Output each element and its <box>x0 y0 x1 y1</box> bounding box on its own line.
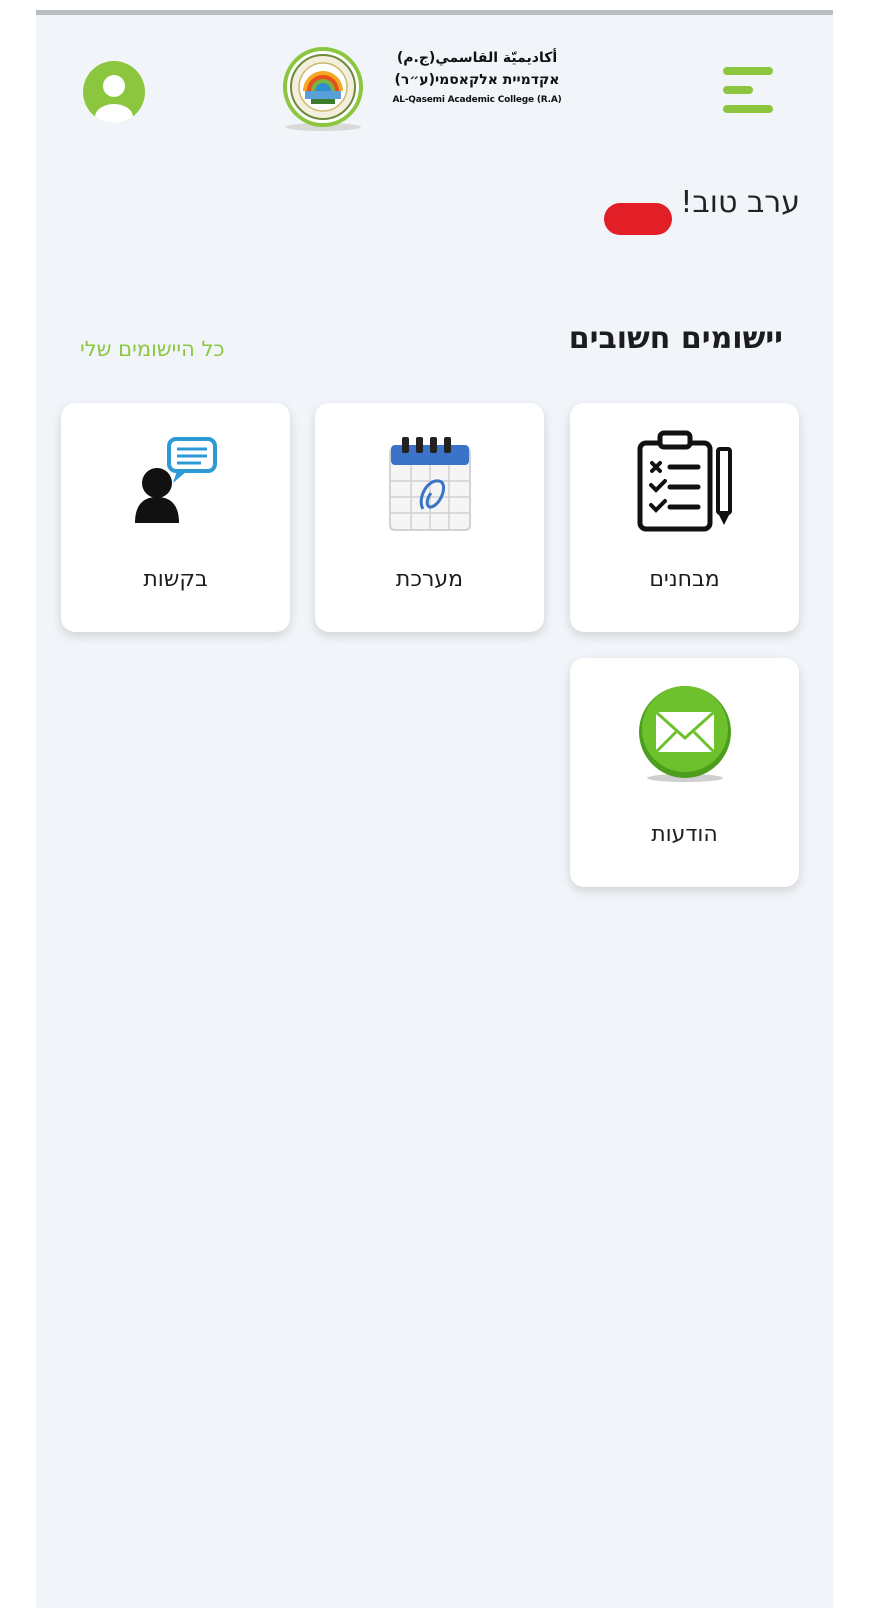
college-logo: أكاديميّة القاسمي(ج.م) אקדמיית אלקאסמי(ע… <box>278 45 578 135</box>
app-screen: أكاديميّة القاسمي(ج.م) אקדמיית אלקאסמי(ע… <box>36 10 833 1608</box>
app-tile-label: מערכת <box>395 567 464 592</box>
app-tile-label: מבחנים <box>649 567 720 592</box>
menu-button[interactable] <box>718 60 778 120</box>
app-tile-requests[interactable]: בקשות <box>61 403 290 632</box>
calendar-icon <box>388 437 471 531</box>
exam-clipboard-icon <box>637 430 732 532</box>
hamburger-menu-icon <box>723 67 773 113</box>
logo-english-name: AL-Qasemi Academic College (R.A) <box>392 95 562 105</box>
logo-hebrew-name: אקדמיית אלקאסמי(ע״ר) <box>394 72 560 88</box>
envelope-icon <box>638 686 731 782</box>
user-circle-icon <box>83 61 145 123</box>
greeting-text: ערב טוב! <box>680 185 800 220</box>
logo-arabic-name: أكاديميّة القاسمي(ج.م) <box>396 50 558 66</box>
app-tile-messages[interactable]: הודעות <box>570 658 799 887</box>
requests-chat-icon <box>134 437 217 523</box>
app-tile-label: בקשות <box>143 567 208 592</box>
app-tile-label: הודעות <box>651 822 718 847</box>
app-tile-schedule[interactable]: מערכת <box>315 403 544 632</box>
logo-text: أكاديميّة القاسمي(ج.م) אקדמיית אלקאסמי(ע… <box>376 47 578 109</box>
section-title: יישומים חשובים <box>568 321 783 356</box>
redaction-mark <box>604 203 672 235</box>
user-profile-button[interactable] <box>83 61 145 123</box>
college-emblem-icon <box>283 47 363 131</box>
app-header: أكاديميّة القاسمي(ج.م) אקדמיית אלקאסמי(ע… <box>36 15 833 160</box>
app-tile-exams[interactable]: מבחנים <box>570 403 799 632</box>
all-apps-link[interactable]: כל היישומים שלי <box>80 337 225 361</box>
